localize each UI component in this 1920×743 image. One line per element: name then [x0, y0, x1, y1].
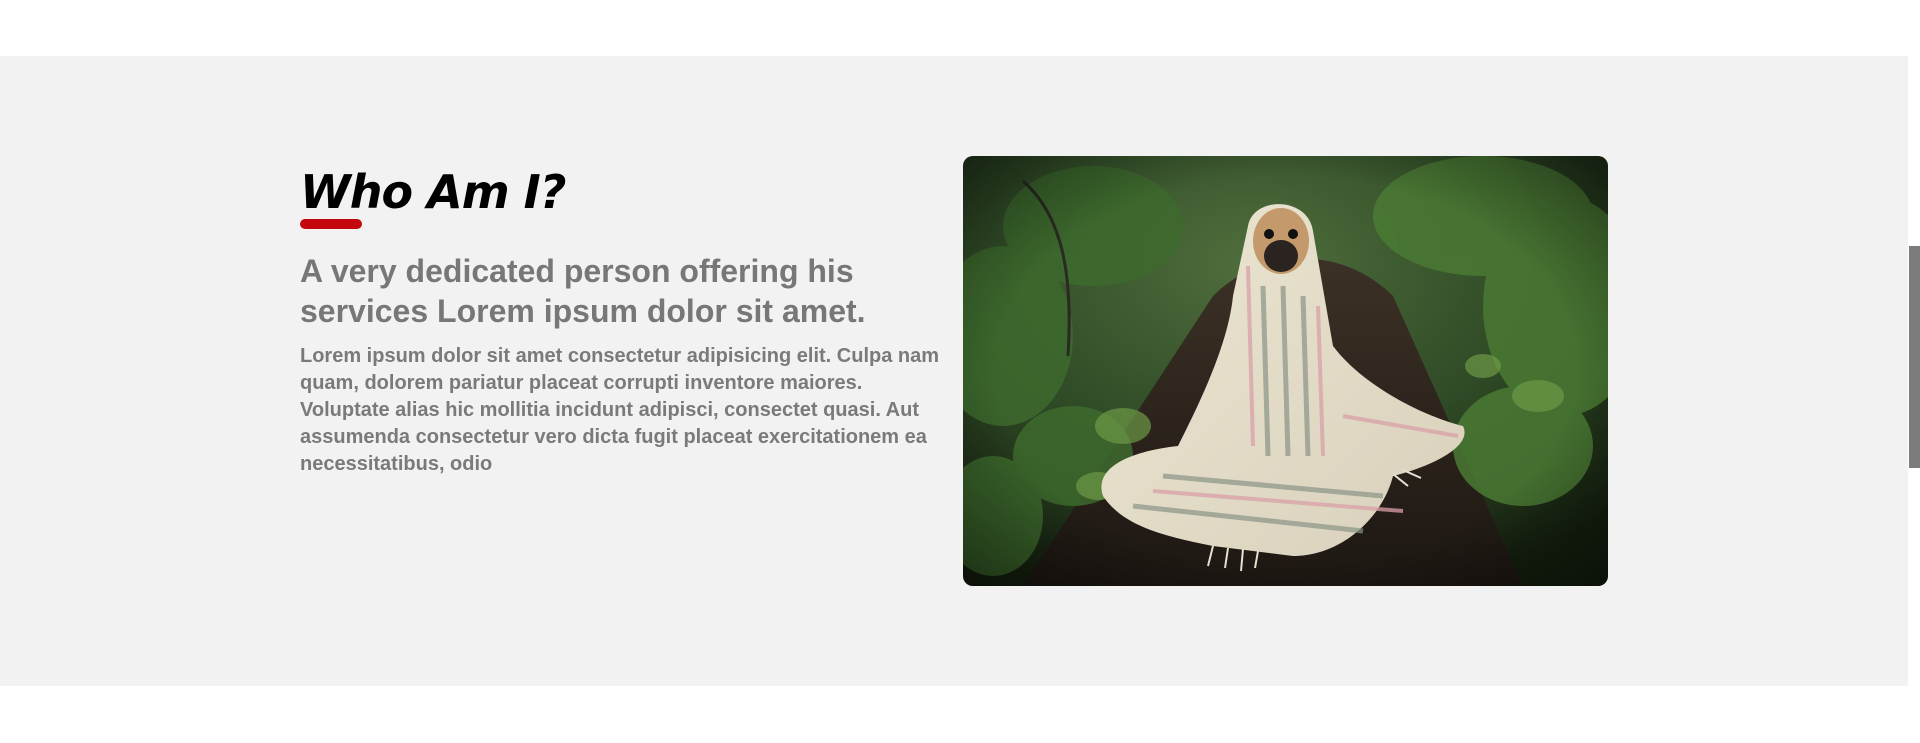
- about-body-text: Lorem ipsum dolor sit amet consectetur a…: [300, 345, 940, 475]
- about-text-column: Who Am I? A very dedicated person offeri…: [300, 164, 950, 478]
- scrollbar-thumb[interactable]: [1909, 246, 1920, 468]
- about-section: Who Am I? A very dedicated person offeri…: [0, 56, 1908, 686]
- heading-accent-underline: [300, 219, 362, 229]
- page: Who Am I? A very dedicated person offeri…: [0, 0, 1920, 743]
- pug-photo: [963, 156, 1608, 586]
- about-subheading: A very dedicated person offering his ser…: [300, 253, 866, 329]
- about-heading: Who Am I?: [300, 165, 566, 219]
